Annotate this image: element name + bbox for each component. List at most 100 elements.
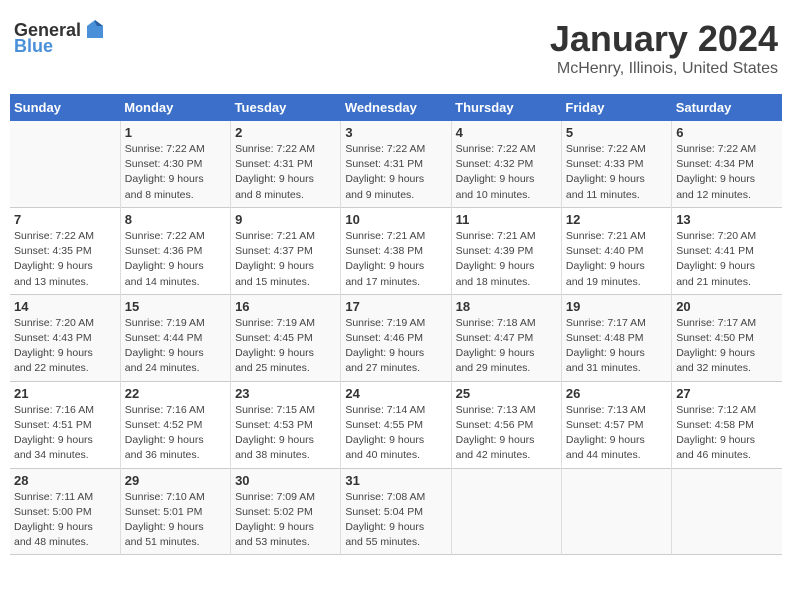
calendar-cell [672,468,782,555]
day-number: 9 [235,212,336,227]
calendar-cell: 20 Sunrise: 7:17 AM Sunset: 4:50 PM Dayli… [672,294,782,381]
calendar-week-row: 7 Sunrise: 7:22 AM Sunset: 4:35 PM Daylig… [10,207,782,294]
day-number: 26 [566,386,667,401]
day-info: Sunrise: 7:16 AM Sunset: 4:51 PM Dayligh… [14,403,116,464]
calendar-week-row: 21 Sunrise: 7:16 AM Sunset: 4:51 PM Dayli… [10,381,782,468]
calendar-cell: 6Sunrise: 7:22 AM Sunset: 4:34 PM Daylig… [672,121,782,207]
day-info: Sunrise: 7:17 AM Sunset: 4:50 PM Dayligh… [676,316,778,377]
calendar-cell: 28 Sunrise: 7:11 AM Sunset: 5:00 PM Dayli… [10,468,120,555]
calendar-week-row: 28 Sunrise: 7:11 AM Sunset: 5:00 PM Dayli… [10,468,782,555]
calendar-cell [451,468,561,555]
calendar-cell: 2Sunrise: 7:22 AM Sunset: 4:31 PM Daylig… [231,121,341,207]
day-number: 25 [456,386,557,401]
day-number: 23 [235,386,336,401]
day-info: Sunrise: 7:14 AM Sunset: 4:55 PM Dayligh… [345,403,446,464]
main-title: January 2024 [550,18,778,60]
calendar-cell: 5Sunrise: 7:22 AM Sunset: 4:33 PM Daylig… [561,121,671,207]
day-info: Sunrise: 7:12 AM Sunset: 4:58 PM Dayligh… [676,403,778,464]
calendar-week-row: 1Sunrise: 7:22 AM Sunset: 4:30 PM Daylig… [10,121,782,207]
day-info: Sunrise: 7:21 AM Sunset: 4:40 PM Dayligh… [566,229,667,290]
day-number: 19 [566,299,667,314]
day-number: 15 [125,299,226,314]
calendar-cell: 31 Sunrise: 7:08 AM Sunset: 5:04 PM Dayli… [341,468,451,555]
day-info: Sunrise: 7:22 AM Sunset: 4:35 PM Dayligh… [14,229,116,290]
header: General Blue January 2024 McHenry, Illin… [10,10,782,86]
day-info: Sunrise: 7:21 AM Sunset: 4:39 PM Dayligh… [456,229,557,290]
logo-icon [83,18,107,42]
day-number: 18 [456,299,557,314]
column-header-wednesday: Wednesday [341,94,451,121]
calendar-cell: 13 Sunrise: 7:20 AM Sunset: 4:41 PM Dayli… [672,207,782,294]
day-info: Sunrise: 7:20 AM Sunset: 4:41 PM Dayligh… [676,229,778,290]
calendar-cell: 22 Sunrise: 7:16 AM Sunset: 4:52 PM Dayli… [120,381,230,468]
day-info: Sunrise: 7:08 AM Sunset: 5:04 PM Dayligh… [345,490,446,551]
column-header-saturday: Saturday [672,94,782,121]
day-info: Sunrise: 7:17 AM Sunset: 4:48 PM Dayligh… [566,316,667,377]
day-info: Sunrise: 7:16 AM Sunset: 4:52 PM Dayligh… [125,403,226,464]
calendar-table: SundayMondayTuesdayWednesdayThursdayFrid… [10,94,782,555]
day-number: 7 [14,212,116,227]
calendar-cell: 9 Sunrise: 7:21 AM Sunset: 4:37 PM Daylig… [231,207,341,294]
calendar-cell: 17Sunrise: 7:19 AM Sunset: 4:46 PM Dayli… [341,294,451,381]
calendar-cell: 4 Sunrise: 7:22 AM Sunset: 4:32 PM Daylig… [451,121,561,207]
day-number: 24 [345,386,446,401]
calendar-cell: 11 Sunrise: 7:21 AM Sunset: 4:39 PM Dayli… [451,207,561,294]
day-info: Sunrise: 7:21 AM Sunset: 4:37 PM Dayligh… [235,229,336,290]
column-header-friday: Friday [561,94,671,121]
day-info: Sunrise: 7:22 AM Sunset: 4:34 PM Dayligh… [676,142,778,203]
day-number: 3 [345,125,446,140]
day-number: 5 [566,125,667,140]
day-number: 11 [456,212,557,227]
calendar-cell: 15 Sunrise: 7:19 AM Sunset: 4:44 PM Dayli… [120,294,230,381]
column-header-monday: Monday [120,94,230,121]
logo-blue-text: Blue [14,36,53,57]
day-number: 17 [345,299,446,314]
calendar-cell: 29 Sunrise: 7:10 AM Sunset: 5:01 PM Dayli… [120,468,230,555]
column-header-sunday: Sunday [10,94,120,121]
calendar-cell: 27Sunrise: 7:12 AM Sunset: 4:58 PM Dayli… [672,381,782,468]
calendar-cell: 24 Sunrise: 7:14 AM Sunset: 4:55 PM Dayli… [341,381,451,468]
calendar-header-row: SundayMondayTuesdayWednesdayThursdayFrid… [10,94,782,121]
calendar-cell: 25 Sunrise: 7:13 AM Sunset: 4:56 PM Dayli… [451,381,561,468]
day-info: Sunrise: 7:11 AM Sunset: 5:00 PM Dayligh… [14,490,116,551]
column-header-thursday: Thursday [451,94,561,121]
day-info: Sunrise: 7:10 AM Sunset: 5:01 PM Dayligh… [125,490,226,551]
day-info: Sunrise: 7:18 AM Sunset: 4:47 PM Dayligh… [456,316,557,377]
calendar-cell: 21 Sunrise: 7:16 AM Sunset: 4:51 PM Dayli… [10,381,120,468]
day-number: 29 [125,473,226,488]
logo: General Blue [14,18,107,57]
day-info: Sunrise: 7:13 AM Sunset: 4:56 PM Dayligh… [456,403,557,464]
calendar-cell: 23 Sunrise: 7:15 AM Sunset: 4:53 PM Dayli… [231,381,341,468]
column-header-tuesday: Tuesday [231,94,341,121]
day-number: 12 [566,212,667,227]
day-number: 4 [456,125,557,140]
calendar-cell: 8Sunrise: 7:22 AM Sunset: 4:36 PM Daylig… [120,207,230,294]
day-number: 22 [125,386,226,401]
day-info: Sunrise: 7:22 AM Sunset: 4:31 PM Dayligh… [345,142,446,203]
day-number: 28 [14,473,116,488]
day-number: 14 [14,299,116,314]
calendar-cell [561,468,671,555]
day-number: 13 [676,212,778,227]
calendar-week-row: 14 Sunrise: 7:20 AM Sunset: 4:43 PM Dayli… [10,294,782,381]
day-info: Sunrise: 7:20 AM Sunset: 4:43 PM Dayligh… [14,316,116,377]
day-info: Sunrise: 7:15 AM Sunset: 4:53 PM Dayligh… [235,403,336,464]
calendar-cell: 26Sunrise: 7:13 AM Sunset: 4:57 PM Dayli… [561,381,671,468]
day-info: Sunrise: 7:21 AM Sunset: 4:38 PM Dayligh… [345,229,446,290]
day-number: 31 [345,473,446,488]
day-info: Sunrise: 7:22 AM Sunset: 4:36 PM Dayligh… [125,229,226,290]
calendar-cell: 7 Sunrise: 7:22 AM Sunset: 4:35 PM Daylig… [10,207,120,294]
day-number: 20 [676,299,778,314]
day-number: 21 [14,386,116,401]
title-area: January 2024 McHenry, Illinois, United S… [550,18,778,78]
day-info: Sunrise: 7:19 AM Sunset: 4:44 PM Dayligh… [125,316,226,377]
calendar-cell: 10Sunrise: 7:21 AM Sunset: 4:38 PM Dayli… [341,207,451,294]
day-info: Sunrise: 7:09 AM Sunset: 5:02 PM Dayligh… [235,490,336,551]
calendar-cell [10,121,120,207]
calendar-cell: 14 Sunrise: 7:20 AM Sunset: 4:43 PM Dayli… [10,294,120,381]
calendar-cell: 19 Sunrise: 7:17 AM Sunset: 4:48 PM Dayli… [561,294,671,381]
day-info: Sunrise: 7:22 AM Sunset: 4:30 PM Dayligh… [125,142,226,203]
day-info: Sunrise: 7:22 AM Sunset: 4:32 PM Dayligh… [456,142,557,203]
day-number: 30 [235,473,336,488]
day-info: Sunrise: 7:19 AM Sunset: 4:45 PM Dayligh… [235,316,336,377]
